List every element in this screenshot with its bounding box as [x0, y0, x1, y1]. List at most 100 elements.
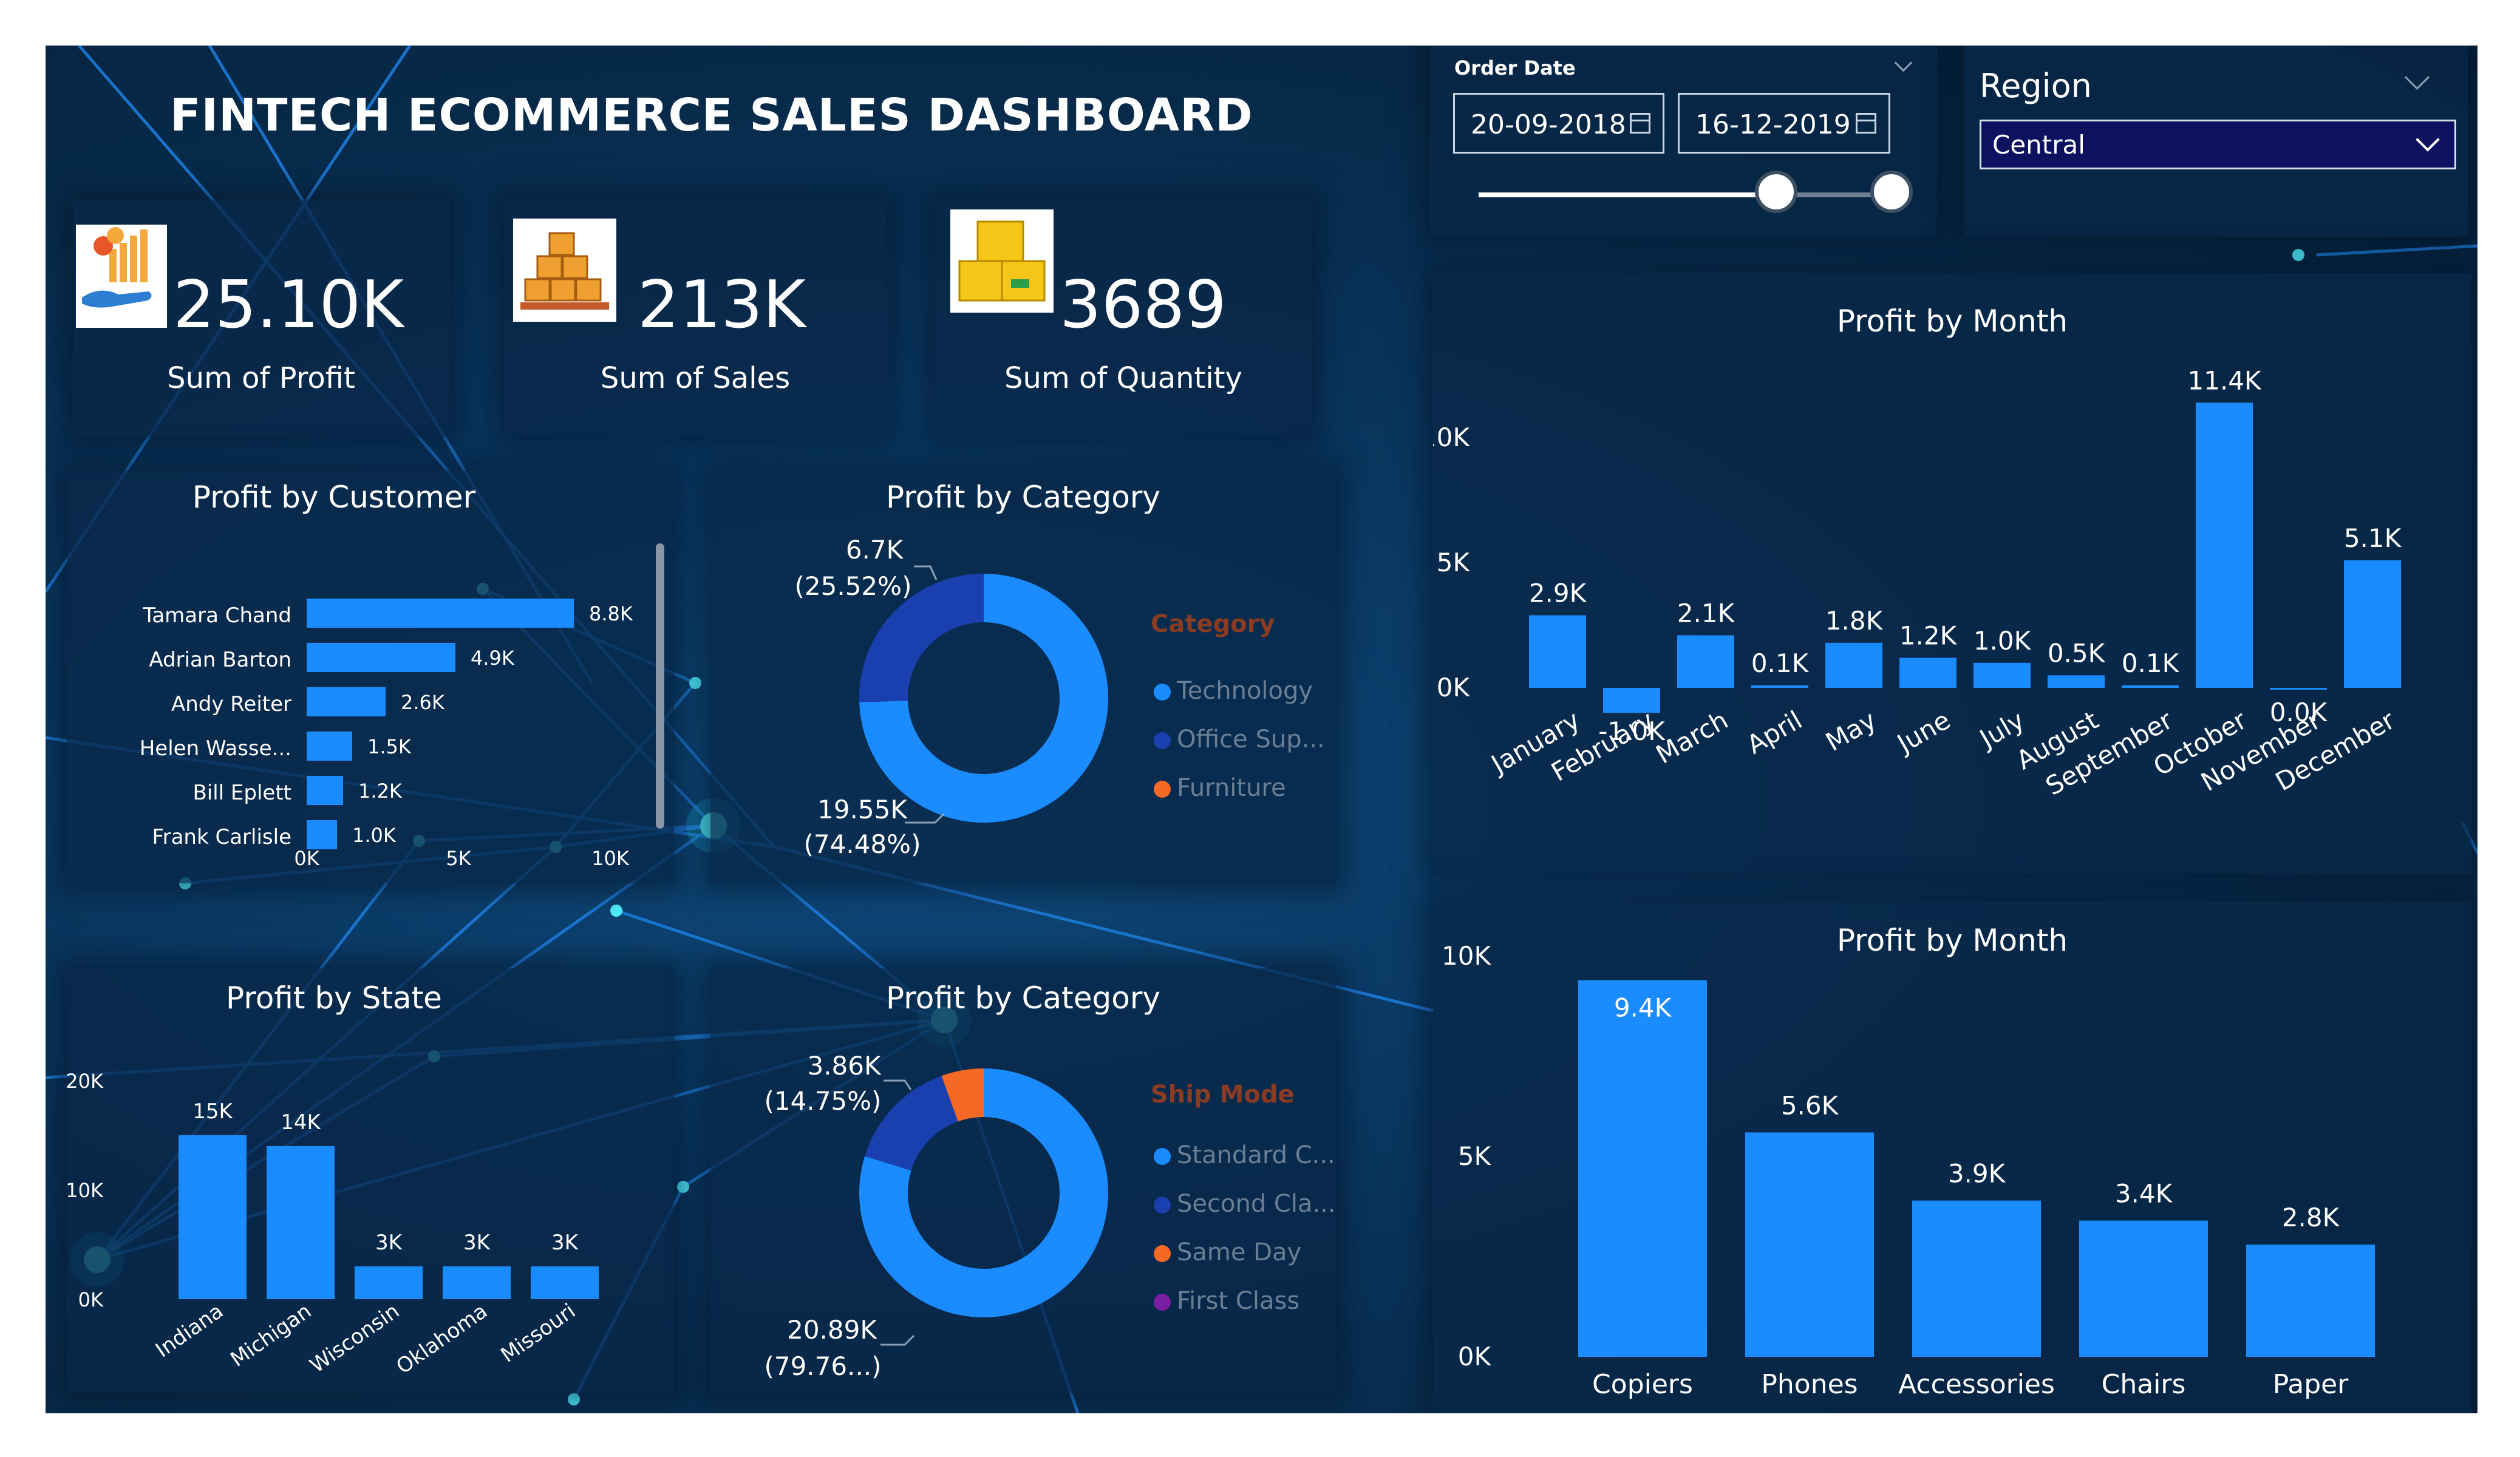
- legend-label: Office Sup...: [1177, 725, 1325, 753]
- network-node: [677, 1181, 689, 1193]
- bar: [1751, 685, 1808, 688]
- profit-hand-coins-icon: [76, 225, 167, 328]
- y-tick-label: 0K: [1458, 1342, 1492, 1371]
- bar-data-label: 3.4K: [2115, 1179, 2173, 1209]
- bar-category-label: Andy Reiter: [171, 692, 291, 716]
- legend-item[interactable]: Technology: [1154, 677, 1313, 705]
- y-tick-label: 10K: [1442, 941, 1491, 971]
- bar: [307, 599, 574, 628]
- bar-data-label: 2.1K: [1677, 598, 1735, 628]
- range-end-handle[interactable]: [1870, 171, 1913, 213]
- calendar-icon[interactable]: [1856, 113, 1876, 134]
- kpi-quantity-value: 3689: [1060, 267, 1227, 343]
- calendar-icon[interactable]: [1630, 113, 1650, 134]
- date-range-track[interactable]: [1479, 171, 1913, 213]
- date-range-fill: [1479, 192, 1776, 197]
- bar: [1603, 688, 1660, 713]
- bar: [2079, 1220, 2208, 1357]
- bar: [1578, 980, 1707, 1357]
- kpi-card-profit: 25.10K Sum of Profit: [73, 200, 449, 437]
- network-node: [610, 905, 622, 917]
- end-date-input[interactable]: 16-12-2019: [1678, 93, 1890, 154]
- region-dropdown[interactable]: Central: [1980, 120, 2456, 169]
- donut-percent-label: (74.48%): [804, 829, 921, 859]
- y-tick-label: 5K: [1458, 1141, 1492, 1171]
- bar-data-label: 8.8K: [589, 602, 633, 625]
- x-tick-label: April: [1742, 705, 1807, 759]
- legend-title: Category: [1151, 610, 1275, 638]
- end-date-value: 16-12-2019: [1695, 109, 1851, 140]
- legend-swatch: [1154, 684, 1171, 701]
- profit-by-sub-category-panel: Profit by Month 0K 5K 10K 9.4K Copiers 5.6K Ph…: [1433, 902, 2471, 1413]
- legend-label: Standard C...: [1177, 1141, 1335, 1169]
- bar: [179, 1135, 247, 1299]
- bar-data-label: 2.9K: [1529, 579, 1587, 608]
- legend-item[interactable]: Furniture: [1154, 774, 1286, 802]
- start-date-input[interactable]: 20-09-2018: [1453, 93, 1664, 154]
- bar-data-label: 4.9K: [471, 647, 515, 670]
- legend-label: Same Day: [1177, 1238, 1302, 1266]
- network-node: [689, 677, 701, 689]
- legend-swatch: [1154, 781, 1171, 798]
- profit-by-state-chart: 0K 10K 20K 15K Indiana 14K Michigan 3K Wisconsin…: [67, 1070, 599, 1379]
- legend-item[interactable]: Same Day: [1154, 1238, 1301, 1266]
- bar-data-label: 14K: [281, 1110, 321, 1135]
- yellow-boxes-icon: [950, 209, 1054, 313]
- bar: [267, 1146, 335, 1299]
- profit-by-state-panel: Profit by State 0K 10K 20K 15K Indiana 14K Mic…: [67, 968, 674, 1393]
- legend-item[interactable]: Standard C...: [1154, 1141, 1335, 1169]
- bar-data-label: 5.1K: [2344, 523, 2402, 553]
- legend-item[interactable]: Second Cla...: [1154, 1190, 1336, 1218]
- legend-swatch: [1154, 1148, 1171, 1165]
- network-line: [2316, 244, 2477, 257]
- bar: [2122, 685, 2179, 688]
- bar: [443, 1266, 511, 1299]
- chevron-down-icon[interactable]: [2416, 127, 2440, 152]
- dashboard-title: FINTECH ECOMMERCE SALES DASHBOARD: [170, 89, 1253, 141]
- bar: [531, 1266, 599, 1299]
- x-tick-label: June: [1891, 705, 1955, 759]
- legend-item[interactable]: First Class: [1154, 1287, 1299, 1315]
- donut-value-label: 6.7K: [846, 535, 904, 565]
- bar: [2246, 1245, 2375, 1357]
- legend-title: Ship Mode: [1151, 1081, 1295, 1109]
- bar: [1825, 642, 1882, 688]
- legend-swatch: [1154, 1245, 1171, 1262]
- kpi-sales-label: Sum of Sales: [600, 361, 791, 395]
- donut-value-label: 19.55K: [817, 795, 908, 824]
- bar: [2270, 688, 2327, 690]
- bar-category-label: Adrian Barton: [149, 648, 291, 672]
- bar: [307, 643, 455, 672]
- bar-data-label: 2.8K: [2282, 1203, 2340, 1232]
- range-start-handle[interactable]: [1754, 171, 1797, 213]
- bar-category-label: Helen Wasse...: [140, 736, 291, 761]
- kpi-quantity-label: Sum of Quantity: [1004, 361, 1242, 395]
- y-tick-label: 0K: [78, 1288, 104, 1311]
- bar: [2344, 560, 2401, 688]
- bar: [1899, 657, 1956, 688]
- x-tick-label: Paper: [2273, 1369, 2349, 1400]
- bar-data-label: 0.1K: [1751, 648, 1810, 678]
- bar-data-label: 1.0K: [1973, 626, 2032, 656]
- bar: [1745, 1132, 1874, 1357]
- bar: [1973, 662, 2031, 688]
- scrollbar[interactable]: [656, 543, 664, 829]
- y-tick-label: 0K: [1437, 673, 1471, 702]
- bar-category-label: Tamara Chand: [142, 603, 291, 628]
- legend-label: Second Cla...: [1177, 1190, 1336, 1218]
- bar-data-label: 3K: [463, 1231, 491, 1255]
- donut-percent-label: (79.76...): [764, 1351, 881, 1381]
- chevron-down-icon[interactable]: [1894, 53, 1913, 72]
- bar-data-label: 1.8K: [1825, 606, 1884, 636]
- x-tick-label: Copiers: [1592, 1369, 1693, 1400]
- y-tick-label: 10K: [1433, 423, 1470, 452]
- legend-label: Furniture: [1177, 774, 1286, 802]
- chevron-down-icon[interactable]: [2404, 64, 2430, 90]
- bar-data-label: 1.0K: [352, 824, 397, 847]
- x-tick-label: Phones: [1761, 1369, 1858, 1400]
- donut-percent-label: (14.75%): [765, 1086, 882, 1116]
- donut-value-label: 20.89K: [787, 1315, 877, 1345]
- legend-item[interactable]: Office Sup...: [1154, 725, 1325, 753]
- stacked-boxes-icon: [513, 219, 616, 322]
- x-tick-label: Indiana: [151, 1299, 228, 1363]
